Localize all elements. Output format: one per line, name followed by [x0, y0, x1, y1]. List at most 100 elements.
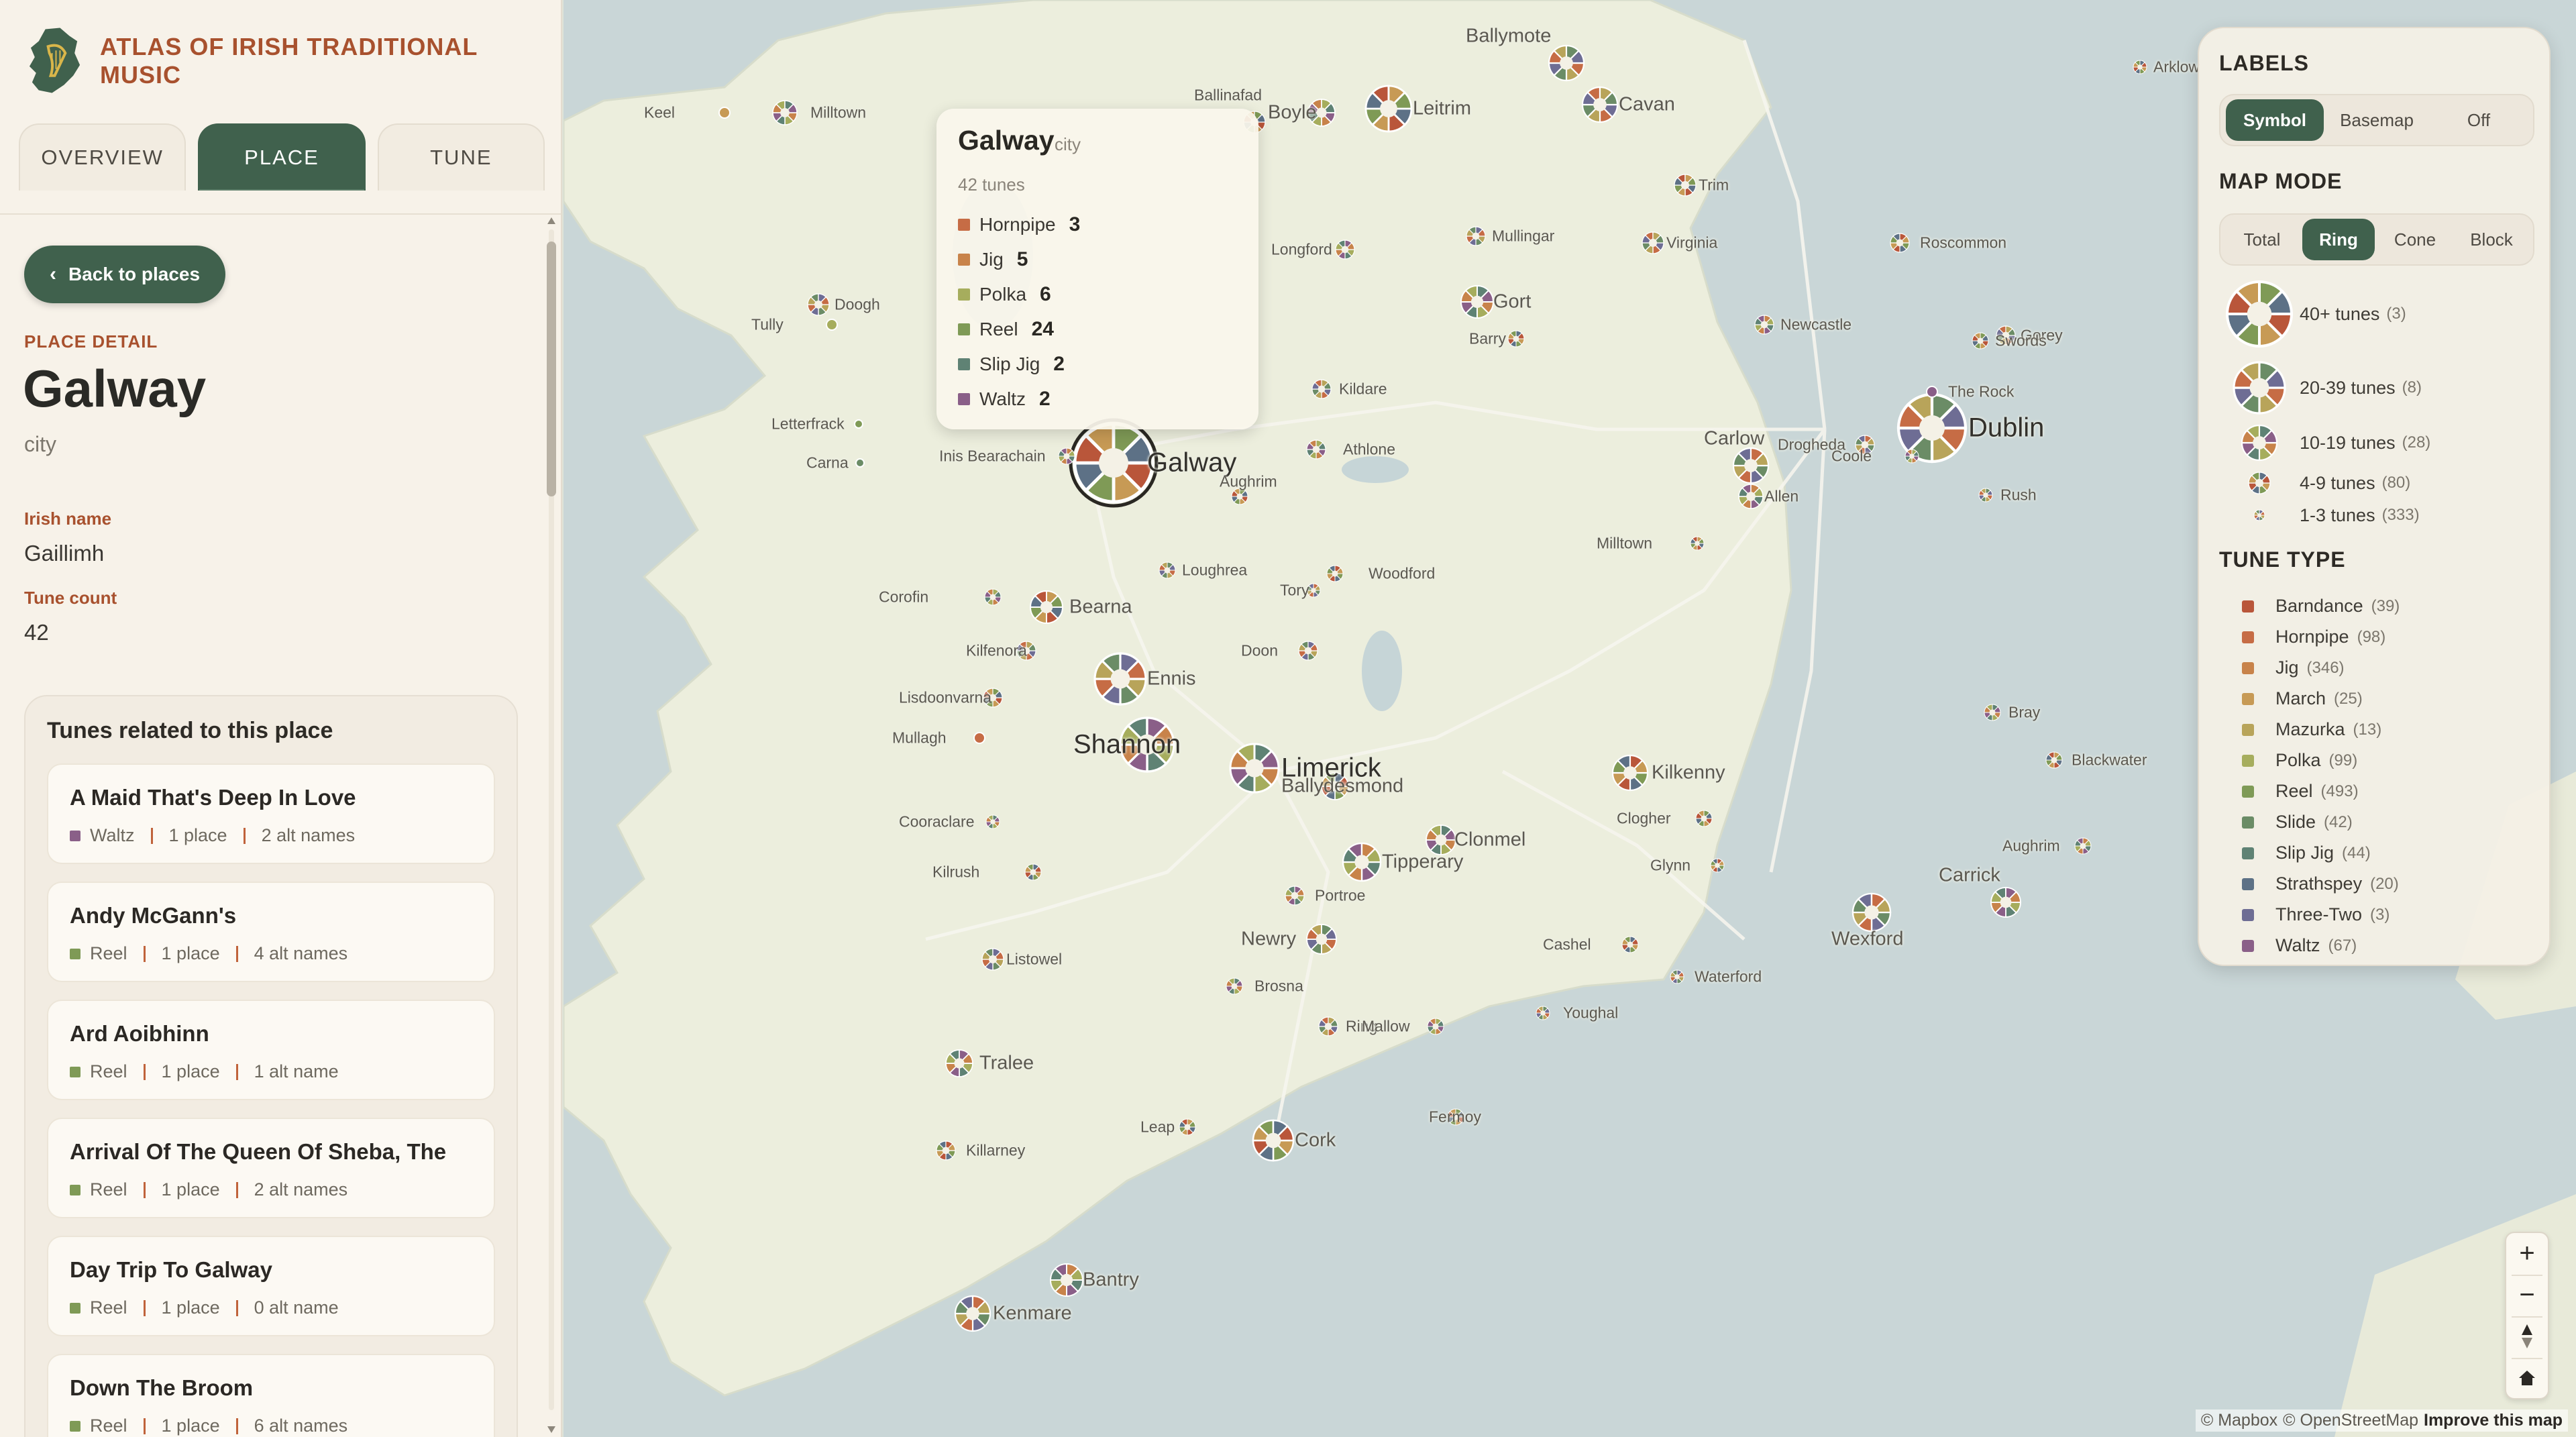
home-button[interactable] [2506, 1358, 2548, 1398]
place-symbol[interactable] [1460, 284, 1495, 319]
tune-type-row[interactable]: Mazurka (13) [2239, 719, 2381, 740]
mode-option-cone[interactable]: Cone [2379, 219, 2451, 260]
place-symbol[interactable] [807, 293, 830, 316]
zoom-out-button[interactable]: − [2506, 1275, 2548, 1315]
place-symbol[interactable] [1318, 1016, 1338, 1036]
place-symbol[interactable] [1695, 810, 1713, 827]
place-symbol[interactable] [1738, 484, 1764, 509]
place-symbol[interactable] [2133, 60, 2147, 74]
place-symbol[interactable] [718, 107, 731, 119]
tune-card[interactable]: A Maid That's Deep In Love Waltz 1 place 2 … [47, 763, 495, 864]
place-symbol[interactable] [1226, 977, 1243, 995]
tune-card[interactable]: Day Trip To Galway Reel 1 place 0 alt name [47, 1236, 495, 1336]
place-symbol[interactable] [1231, 488, 1248, 505]
zoom-in-button[interactable]: + [2506, 1233, 2548, 1273]
place-symbol[interactable] [1507, 330, 1525, 348]
place-symbol[interactable] [2045, 751, 2063, 769]
place-symbol[interactable] [1690, 536, 1705, 551]
place-symbol[interactable] [855, 458, 865, 468]
place-symbol[interactable] [1466, 226, 1486, 246]
tune-card[interactable]: Arrival Of The Queen Of Sheba, The Reel 1 … [47, 1118, 495, 1218]
place-symbol[interactable] [1890, 233, 1910, 253]
place-symbol[interactable] [1611, 754, 1649, 792]
place-symbol[interactable] [2074, 837, 2092, 855]
scroll-up-icon[interactable] [547, 217, 555, 224]
place-symbol[interactable] [1326, 565, 1344, 582]
tab-place[interactable]: PLACE [198, 123, 366, 191]
place-symbol[interactable] [985, 814, 1000, 829]
tune-type-row[interactable]: Strathspey (20) [2239, 873, 2399, 894]
place-symbol[interactable] [1093, 652, 1147, 706]
place-symbol[interactable] [1984, 704, 2001, 721]
place-symbol[interactable] [1252, 1119, 1295, 1162]
place-symbol[interactable] [1426, 824, 1456, 855]
place-symbol[interactable] [1298, 641, 1318, 661]
sidebar-scrollbar[interactable] [542, 215, 561, 1437]
mode-option-block[interactable]: Block [2455, 219, 2528, 260]
tune-type-row[interactable]: Barndance (39) [2239, 596, 2400, 617]
place-symbol[interactable] [1306, 439, 1326, 460]
tune-type-row[interactable]: Slip Jig (44) [2239, 843, 2371, 863]
place-symbol[interactable] [1364, 85, 1413, 133]
place-symbol[interactable] [1732, 447, 1770, 484]
place-symbol[interactable] [1427, 1018, 1444, 1035]
tab-overview[interactable]: OVERVIEW [19, 123, 186, 191]
tune-type-row[interactable]: March (25) [2239, 688, 2363, 709]
place-symbol[interactable] [1642, 231, 1664, 254]
place-symbol[interactable] [1710, 858, 1725, 873]
place-symbol[interactable] [1674, 174, 1697, 197]
labels-option-symbol[interactable]: Symbol [2226, 99, 2324, 141]
labels-option-basemap[interactable]: Basemap [2328, 99, 2426, 141]
tune-type-row[interactable]: Waltz (67) [2239, 935, 2357, 956]
tune-type-row[interactable]: Three-Two (3) [2239, 904, 2390, 925]
reset-bearing-button[interactable] [2506, 1316, 2548, 1356]
tune-card[interactable]: Andy McGann's Reel 1 place 4 alt names [47, 882, 495, 982]
mode-option-total[interactable]: Total [2226, 219, 2298, 260]
place-symbol[interactable] [981, 948, 1004, 971]
place-symbol[interactable] [1029, 590, 1064, 625]
place-symbol[interactable] [954, 1295, 991, 1332]
place-symbol[interactable] [1159, 562, 1176, 579]
place-symbol[interactable] [984, 588, 1002, 606]
place-symbol[interactable] [772, 100, 798, 125]
place-symbol[interactable] [1926, 386, 1938, 398]
place-symbol[interactable] [1904, 449, 1919, 464]
place-symbol[interactable] [1851, 892, 1892, 933]
scroll-thumb[interactable] [547, 242, 556, 496]
mode-option-ring[interactable]: Ring [2302, 219, 2375, 260]
tune-type-row[interactable]: Hornpipe (98) [2239, 627, 2385, 647]
place-symbol[interactable] [1069, 418, 1159, 508]
labels-option-off[interactable]: Off [2430, 99, 2528, 141]
place-symbol[interactable] [1306, 924, 1337, 955]
place-symbol[interactable] [826, 319, 838, 331]
improve-map-link[interactable]: Improve this map [2424, 1411, 2563, 1430]
place-symbol[interactable] [1670, 969, 1684, 984]
place-symbol[interactable] [945, 1049, 973, 1077]
place-symbol[interactable] [973, 732, 985, 744]
place-symbol[interactable] [1285, 886, 1305, 906]
place-symbol[interactable] [936, 1140, 956, 1161]
place-symbol[interactable] [1335, 239, 1355, 260]
osm-credit[interactable]: © OpenStreetMap [2283, 1411, 2418, 1430]
place-symbol[interactable] [1972, 332, 1989, 350]
mapbox-credit[interactable]: © Mapbox [2201, 1411, 2277, 1430]
place-symbol[interactable] [1621, 936, 1639, 953]
tune-type-row[interactable]: Jig (346) [2239, 657, 2345, 678]
place-symbol[interactable] [1179, 1118, 1196, 1136]
place-symbol[interactable] [1024, 863, 1042, 881]
tab-tune[interactable]: TUNE [377, 123, 545, 191]
tune-type-row[interactable]: Reel (493) [2239, 781, 2359, 802]
place-symbol[interactable] [1978, 488, 1993, 502]
tune-type-row[interactable]: Slide (42) [2239, 812, 2353, 833]
place-symbol[interactable] [1342, 842, 1382, 882]
tune-card[interactable]: Ard Aoibhinn Reel 1 place 1 alt name [47, 1000, 495, 1100]
place-symbol[interactable] [1990, 887, 2021, 918]
place-symbol[interactable] [1754, 315, 1774, 335]
place-symbol[interactable] [1311, 379, 1332, 399]
tune-type-row[interactable]: Polka (99) [2239, 750, 2357, 771]
brand-header[interactable]: ATLAS OF IRISH TRADITIONAL MUSIC [25, 24, 561, 98]
place-symbol[interactable] [1058, 447, 1075, 465]
place-symbol[interactable] [854, 419, 863, 429]
place-symbol[interactable] [1581, 86, 1619, 123]
place-symbol[interactable] [1548, 44, 1585, 82]
